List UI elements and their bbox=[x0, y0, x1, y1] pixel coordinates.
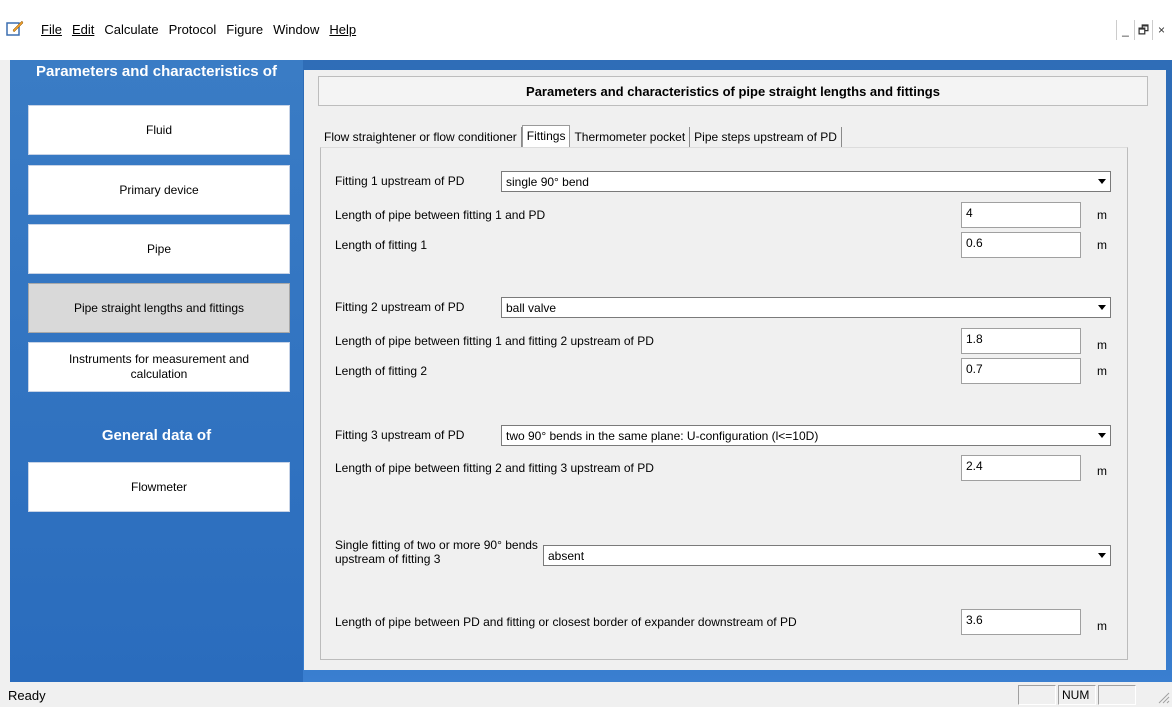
menu-file[interactable]: File bbox=[36, 22, 67, 38]
fitting3-pipe-length-input[interactable]: 2.4 bbox=[961, 455, 1081, 481]
tab-pipe-steps[interactable]: Pipe steps upstream of PD bbox=[690, 127, 842, 147]
params-heading: Parameters and characteristics of bbox=[36, 63, 277, 80]
menu-help[interactable]: Help bbox=[324, 22, 361, 38]
fitting1-value: single 90° bend bbox=[506, 175, 589, 189]
tab-thermometer-pocket[interactable]: Thermometer pocket bbox=[570, 127, 691, 147]
unit-label: m bbox=[1097, 464, 1107, 478]
close-button[interactable]: × bbox=[1152, 20, 1170, 40]
flowmeter-button[interactable]: Flowmeter bbox=[28, 462, 290, 512]
status-text: Ready bbox=[8, 688, 46, 703]
unit-label: m bbox=[1097, 208, 1107, 222]
chevron-down-icon[interactable] bbox=[1093, 426, 1110, 445]
single-fitting-label: Single fitting of two or more 90° bends … bbox=[335, 538, 538, 566]
fitting3-pipe-length-label: Length of pipe between fitting 2 and fit… bbox=[335, 461, 654, 475]
status-pane-empty bbox=[1098, 685, 1136, 705]
fitting2-pipe-length-label: Length of pipe between fitting 1 and fit… bbox=[335, 334, 654, 348]
chevron-down-icon[interactable] bbox=[1093, 546, 1110, 565]
menu-window[interactable]: Window bbox=[268, 22, 324, 38]
chevron-down-icon[interactable] bbox=[1093, 298, 1110, 317]
restore-button[interactable]: 🗗 bbox=[1134, 20, 1152, 40]
primary-device-button[interactable]: Primary device bbox=[28, 165, 290, 215]
menu-calculate[interactable]: Calculate bbox=[99, 22, 163, 38]
general-heading: General data of bbox=[101, 427, 212, 444]
fitting1-pipe-length-input[interactable]: 4 bbox=[961, 202, 1081, 228]
minimize-button[interactable]: _ bbox=[1116, 20, 1134, 40]
fitting3-label: Fitting 3 upstream of PD bbox=[335, 428, 465, 442]
num-lock-indicator: NUM bbox=[1058, 685, 1096, 705]
resize-grip-icon[interactable] bbox=[1156, 690, 1170, 704]
unit-label: m bbox=[1097, 619, 1107, 633]
fitting2-select[interactable]: ball valve bbox=[501, 297, 1111, 318]
downstream-length-label: Length of pipe between PD and fitting or… bbox=[335, 615, 797, 629]
fitting2-length-label: Length of fitting 2 bbox=[335, 364, 428, 378]
unit-label: m bbox=[1097, 364, 1107, 378]
fitting2-value: ball valve bbox=[506, 301, 557, 315]
fitting3-select[interactable]: two 90° bends in the same plane: U-confi… bbox=[501, 425, 1111, 446]
fitting1-length-label: Length of fitting 1 bbox=[335, 238, 428, 252]
fitting3-value: two 90° bends in the same plane: U-confi… bbox=[506, 429, 819, 443]
fitting2-pipe-length-input[interactable]: 1.8 bbox=[961, 328, 1081, 354]
fitting1-length-input[interactable]: 0.6 bbox=[961, 232, 1081, 258]
unit-label: m bbox=[1097, 238, 1107, 252]
tab-strip: Flow straightener or flow conditioner Fi… bbox=[320, 125, 842, 147]
fluid-button[interactable]: Fluid bbox=[28, 105, 290, 155]
menu-figure[interactable]: Figure bbox=[221, 22, 268, 38]
fittings-pane: Fitting 1 upstream of PD single 90° bend… bbox=[320, 147, 1128, 660]
chevron-down-icon[interactable] bbox=[1093, 172, 1110, 191]
fitting1-pipe-length-label: Length of pipe between fitting 1 and PD bbox=[335, 208, 546, 222]
single-fitting-value: absent bbox=[548, 549, 585, 563]
app-icon bbox=[6, 20, 24, 36]
page-title: Parameters and characteristics of pipe s… bbox=[318, 76, 1148, 106]
pipe-straight-lengths-button[interactable]: Pipe straight lengths and fittings bbox=[28, 283, 290, 333]
menu-edit[interactable]: Edit bbox=[67, 22, 99, 38]
tab-fittings[interactable]: Fittings bbox=[521, 125, 571, 147]
fitting2-length-input[interactable]: 0.7 bbox=[961, 358, 1081, 384]
left-panel: Parameters and characteristics of Fluid … bbox=[10, 60, 303, 682]
menu: File Edit Calculate Protocol Figure Wind… bbox=[36, 22, 361, 38]
menu-bar: File Edit Calculate Protocol Figure Wind… bbox=[0, 0, 1172, 60]
fitting1-label: Fitting 1 upstream of PD bbox=[335, 174, 465, 188]
unit-label: m bbox=[1097, 338, 1107, 352]
fitting1-select[interactable]: single 90° bend bbox=[501, 171, 1111, 192]
content-panel: Parameters and characteristics of pipe s… bbox=[304, 70, 1166, 670]
tab-flow-straightener[interactable]: Flow straightener or flow conditioner bbox=[320, 127, 522, 147]
window-controls: _ 🗗 × bbox=[1116, 20, 1170, 40]
status-bar: Ready NUM bbox=[0, 682, 1172, 707]
menu-protocol[interactable]: Protocol bbox=[164, 22, 222, 38]
status-pane-empty bbox=[1018, 685, 1056, 705]
fitting2-label: Fitting 2 upstream of PD bbox=[335, 300, 465, 314]
client-area: Parameters and characteristics of Fluid … bbox=[10, 60, 1172, 682]
pipe-button[interactable]: Pipe bbox=[28, 224, 290, 274]
instruments-button[interactable]: Instruments for measurement and calculat… bbox=[28, 342, 290, 392]
downstream-length-input[interactable]: 3.6 bbox=[961, 609, 1081, 635]
single-fitting-select[interactable]: absent bbox=[543, 545, 1111, 566]
